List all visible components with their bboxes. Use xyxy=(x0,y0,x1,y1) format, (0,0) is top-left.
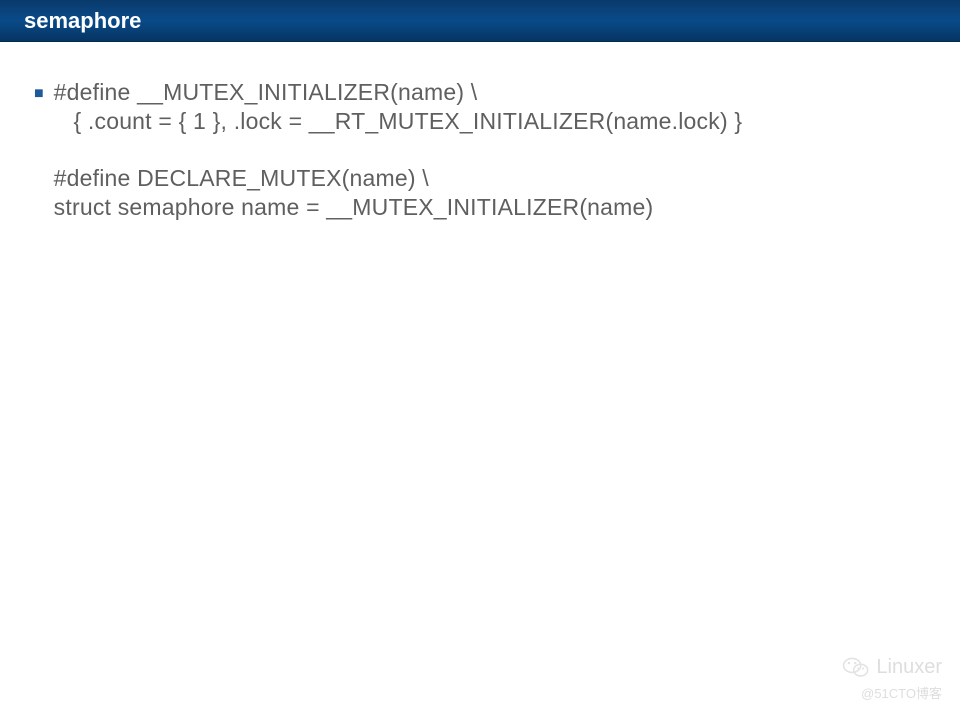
wechat-icon xyxy=(842,653,870,681)
watermark-top-row: Linuxer xyxy=(842,653,942,681)
bullet-marker-icon: ■ xyxy=(34,80,44,108)
watermark: Linuxer @51CTO博客 xyxy=(842,653,942,702)
slide-content: ■ #define __MUTEX_INITIALIZER(name) \ { … xyxy=(0,42,960,222)
bullet-item: ■ #define __MUTEX_INITIALIZER(name) \ { … xyxy=(34,78,938,222)
watermark-brand: Linuxer xyxy=(876,656,942,679)
watermark-sub: @51CTO博客 xyxy=(842,683,942,702)
slide-title: semaphore xyxy=(24,8,141,34)
code-text: #define __MUTEX_INITIALIZER(name) \ { .c… xyxy=(54,78,743,222)
slide-header: semaphore xyxy=(0,0,960,42)
